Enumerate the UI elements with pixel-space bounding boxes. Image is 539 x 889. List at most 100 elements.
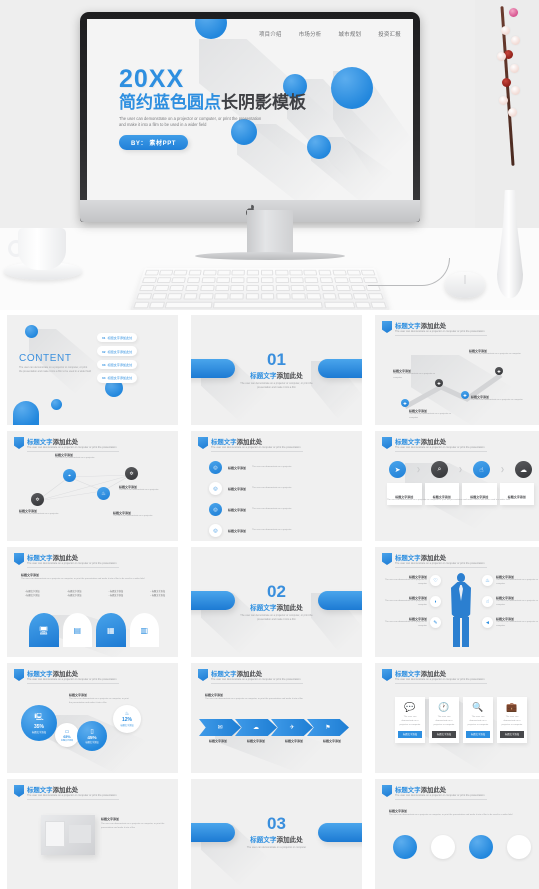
photo-icon[interactable]: ▦ xyxy=(96,613,126,647)
hero-title-dark: 长阴影模板 xyxy=(221,93,306,112)
card-button[interactable]: 标题文字添加 xyxy=(398,730,422,739)
briefcase-icon: 💼 xyxy=(506,702,518,712)
hero-nav-item-3[interactable]: 投资汇报 xyxy=(378,30,401,38)
imac-display: 项目介绍 市场分析 城市规划 投资汇报 20XX 简约蓝色圆点长阴影模板 The… xyxy=(80,12,420,222)
title-blue: 标题文字 xyxy=(395,671,421,678)
thumb-icon: ☝ xyxy=(482,596,493,608)
rocket-icon: ✈ xyxy=(289,725,295,731)
lead-text: The user can demonstrate on a projector … xyxy=(21,578,145,580)
network-node-gear[interactable]: ✲ xyxy=(125,467,138,480)
lead-label: 标题文字添加 xyxy=(389,809,408,813)
thumb-icon[interactable]: ☝ xyxy=(472,461,490,478)
info-card[interactable]: 💬 The user can demonstrate on a projecto… xyxy=(395,697,425,744)
feature-item[interactable]: 标题文字添加 The user can demonstrate on a proj… xyxy=(381,596,441,608)
hero-main-title: 简约蓝色圆点长阴影模板 xyxy=(119,93,306,113)
list-item[interactable]: ◎ 标题文字添加 The user can demonstrate on a pro… xyxy=(209,461,300,474)
zigzag-node[interactable]: ✚ xyxy=(401,399,409,407)
slide-thumbnail[interactable]: 标题文字添加此处 The user can demonstrate on a p… xyxy=(375,663,539,773)
step-text: The user can demonstrate on a projector … xyxy=(409,413,452,419)
card-row: 💬 The user can demonstrate on a projecto… xyxy=(395,697,527,744)
tablet-icon[interactable]: ▤ xyxy=(62,613,92,647)
list-item[interactable]: ◎ 标题文字添加 The user can demonstrate on a pro… xyxy=(209,524,300,537)
slide-thumbnail[interactable]: 标题文字添加此处 The user can demonstrate on a p… xyxy=(7,663,178,773)
network-node-bulb[interactable]: ♨ xyxy=(97,487,110,500)
section-title-blue: 标题文字 xyxy=(250,837,277,844)
person-left-items: 标题文字添加 The user can demonstrate on a proj… xyxy=(381,575,441,629)
percent-circle[interactable]: 🖳 35% 标题文字添加 xyxy=(21,705,57,741)
list-item[interactable]: ◎ 标题文字添加 The user can demonstrate on a pro… xyxy=(209,482,300,495)
hero-nav-item-0[interactable]: 项目介绍 xyxy=(259,30,282,38)
chevron-label: 标题文字添加 xyxy=(322,739,341,743)
item-label: 标题文字添加此处 xyxy=(107,349,133,354)
list-item[interactable]: ◎ 标题文字添加 The user can demonstrate on a pro… xyxy=(209,503,300,516)
target-icon: ◎ xyxy=(209,461,222,474)
cloud-icon[interactable]: ☁ xyxy=(514,461,532,478)
search-icon[interactable]: ⌕ xyxy=(430,461,448,478)
content-menu-item[interactable]: 01 标题文字添加此处 xyxy=(97,333,138,343)
slide-thumbnail[interactable]: 标题文字添加此处 The user can demonstrate on a p… xyxy=(7,779,178,889)
percent-circle[interactable]: ▯ 45% 标题文字添加 xyxy=(77,721,107,751)
divider-text-block: 01 标题文字添加此处 The user can demonstrate on … xyxy=(191,351,362,391)
slide-thumbnail[interactable]: 03 标题文字添加此处 The user can demonstrate on … xyxy=(191,779,362,889)
monitor-icon[interactable]: 🖥 xyxy=(29,613,59,647)
slide-thumbnail[interactable]: 02 标题文字添加此处 The user can demonstrate on … xyxy=(191,547,362,657)
hero-nav-item-1[interactable]: 市场分析 xyxy=(299,30,322,38)
content-menu-item[interactable]: 03 标题文字添加此处 xyxy=(97,359,138,370)
bullet-col: • 标题文字添加 • 标题文字添加 xyxy=(67,591,82,599)
slide-thumbnail[interactable]: 标题文字添加此处 The user can demonstrate on a p… xyxy=(375,547,539,657)
chevron-step[interactable]: ⚑ xyxy=(307,719,349,736)
slide-thumbnail[interactable]: CONTENT The user can demonstrate on a pr… xyxy=(7,315,178,425)
feature-item[interactable]: ◄ 标题文字添加 The user can demonstrate on a pro… xyxy=(482,617,539,629)
slide-thumbnail[interactable]: 01 标题文字添加此处 The user can demonstrate on … xyxy=(191,315,362,425)
feature-text: The user can demonstrate on a projector … xyxy=(384,620,427,627)
slide-thumbnail[interactable]: 标题文字添加此处 The user can demonstrate on a p… xyxy=(375,779,539,889)
hero-nav-item-2[interactable]: 城市规划 xyxy=(338,30,361,38)
title-divider xyxy=(395,799,487,800)
content-menu-item[interactable]: 04 标题文字添加此处 xyxy=(97,373,138,383)
zigzag-step: 标题文字添加 The user can demonstrate on a proj… xyxy=(393,369,437,381)
title-tag-icon xyxy=(382,321,392,333)
chevron-right-icon: ❯ xyxy=(416,466,421,473)
hero-author-badge: BY： 素材PPT xyxy=(119,135,189,151)
content-menu-item[interactable]: 02 标题文字添加此处 xyxy=(97,346,138,356)
card-button[interactable]: 标题文字添加 xyxy=(500,730,524,739)
section-title: 标题文字添加此处 xyxy=(191,370,362,380)
slide-thumbnail[interactable]: 标题文字添加此处 The user can demonstrate on a p… xyxy=(191,663,362,773)
send-icon[interactable]: ➤ xyxy=(389,461,406,478)
slide-thumbnail[interactable]: 标题文字添加此处 The user can demonstrate on a p… xyxy=(375,431,539,541)
percent-circle[interactable]: ♨ 12% 标题文字添加 xyxy=(113,705,141,733)
info-card[interactable]: 🕐 The user can demonstrate on a projecto… xyxy=(429,697,459,744)
businessman-silhouette xyxy=(449,573,473,647)
card-text: The user can demonstrate on a projector … xyxy=(399,716,421,726)
slide-thumbnail[interactable]: 标题文字添加此处 The user can demonstrate on a p… xyxy=(375,315,539,425)
info-card[interactable]: 🔍 The user can demonstrate on a projecto… xyxy=(463,697,493,744)
chevron-step[interactable]: ✈ xyxy=(271,719,313,736)
print-icon[interactable]: ▥ xyxy=(129,613,159,647)
decor-circle xyxy=(393,835,417,859)
bullet-col: • 标题文字添加 • 标题文字添加 xyxy=(150,591,165,599)
slide-thumbnail[interactable]: 标题文字添加此处 The user can demonstrate on a p… xyxy=(7,431,178,541)
content-menu-list[interactable]: 01 标题文字添加此处 02 标题文字添加此处 03 标题文字添加此处 04 标题文字添… xyxy=(97,333,138,383)
decor-circle xyxy=(51,399,62,410)
info-card[interactable]: 💼 The user can demonstrate on a projecto… xyxy=(497,697,527,744)
feature-item[interactable]: 标题文字添加 The user can demonstrate on a proj… xyxy=(381,575,441,587)
feature-item[interactable]: ♨ 标题文字添加 The user can demonstrate on a pro… xyxy=(482,575,539,587)
zigzag-node[interactable]: ✚ xyxy=(461,391,469,399)
hero-navigation[interactable]: 项目介绍 市场分析 城市规划 投资汇报 xyxy=(259,30,401,38)
card-button[interactable]: 标题文字添加 xyxy=(466,730,490,739)
network-node-rocket[interactable]: ⌖ xyxy=(63,469,76,482)
slide-thumbnail[interactable]: 标题文字添加此处 The user can demonstrate on a p… xyxy=(7,547,178,657)
slide-subtitle: The user can demonstrate on a projector … xyxy=(211,678,301,681)
percent-circle[interactable]: ▭ 65% 标题文字添加 xyxy=(55,723,79,747)
feature-item[interactable]: ☝ 标题文字添加 The user can demonstrate on a pro… xyxy=(482,596,539,608)
title-blue: 标题文字 xyxy=(27,555,53,562)
feature-item[interactable]: 标题文字添加 The user can demonstrate on a proj… xyxy=(381,617,441,629)
feature-text: The user can demonstrate on a projector … xyxy=(384,579,427,585)
node-text: The user can demonstrate on a projector xyxy=(55,457,95,459)
network-node-chart[interactable]: ✲ xyxy=(31,493,44,506)
zigzag-node[interactable]: ✚ xyxy=(495,367,503,375)
card-button[interactable]: 标题文字添加 xyxy=(432,730,456,739)
feature-text: The user can demonstrate on a projector … xyxy=(496,579,539,585)
slide-thumbnail[interactable]: 标题文字添加此处 The user can demonstrate on a p… xyxy=(191,431,362,541)
title-divider xyxy=(395,451,487,452)
